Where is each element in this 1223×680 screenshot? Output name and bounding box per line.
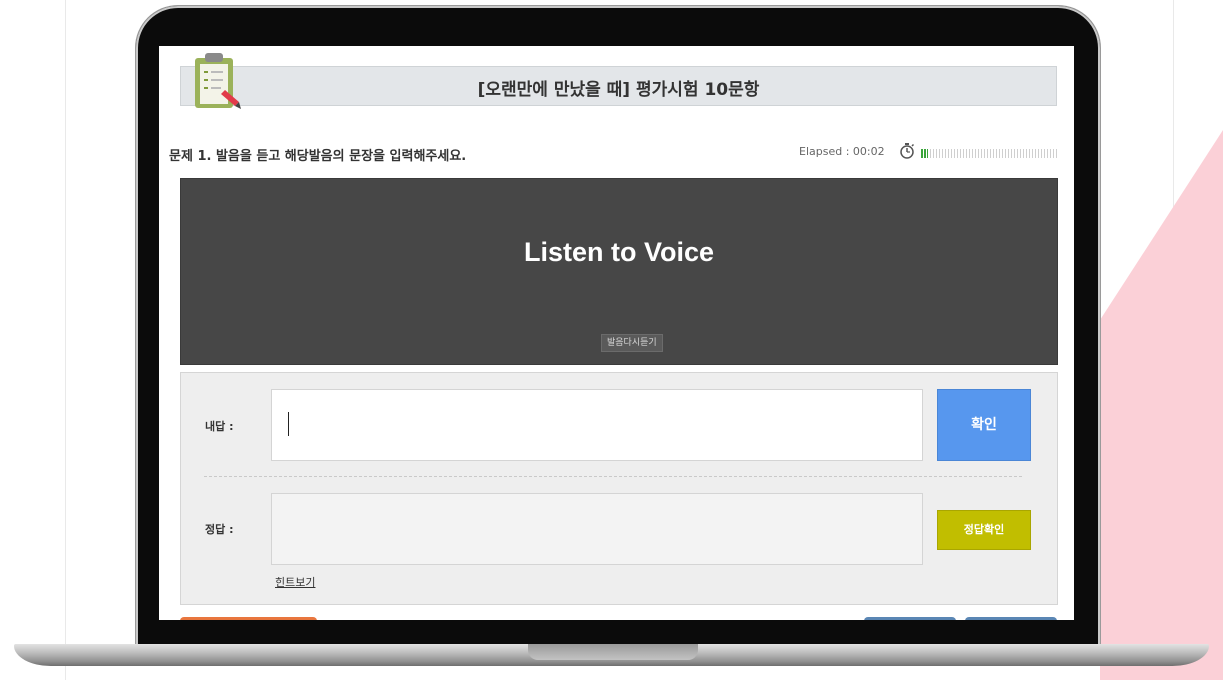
answer-input[interactable] bbox=[271, 389, 923, 461]
divider bbox=[204, 476, 1022, 477]
next-button-edge[interactable] bbox=[965, 617, 1057, 620]
time-progress-bar bbox=[921, 149, 1057, 158]
quiz-title: [오랜만에 만났을 때] 평가시험 10문항 bbox=[477, 80, 760, 100]
elapsed-time: Elapsed : 00:02 bbox=[799, 145, 885, 158]
laptop-notch bbox=[528, 644, 698, 660]
quiz-title-bar: [오랜만에 만났을 때] 평가시험 10문항 bbox=[180, 66, 1057, 106]
your-answer-label: 내답 : bbox=[205, 420, 234, 433]
text-caret bbox=[288, 412, 289, 436]
background-line bbox=[65, 0, 66, 680]
correct-answer-label: 정답 : bbox=[205, 523, 234, 536]
confirm-button[interactable]: 확인 bbox=[937, 389, 1031, 461]
prev-button-edge[interactable] bbox=[180, 617, 317, 620]
quiz-screen: [오랜만에 만났을 때] 평가시험 10문항 문제 1. 발음을 듣고 해당발음… bbox=[159, 46, 1074, 620]
hint-link[interactable]: 힌트보기 bbox=[275, 574, 315, 590]
time-progress-fill bbox=[921, 149, 928, 158]
voice-player: Listen to Voice 발음다시듣기 bbox=[180, 178, 1058, 365]
answer-panel: 내답 : 확인 정답 : 정답확인 힌트보기 bbox=[180, 372, 1058, 605]
clipboard-pencil-icon bbox=[195, 53, 241, 109]
player-title: Listen to Voice bbox=[523, 237, 715, 267]
check-answer-button[interactable]: 정답확인 bbox=[937, 510, 1031, 550]
question-text: 문제 1. 발음을 듣고 해당발음의 문장을 입력해주세요. bbox=[169, 149, 467, 164]
replay-audio-button[interactable]: 발음다시듣기 bbox=[601, 334, 663, 352]
background-line bbox=[1173, 0, 1174, 680]
correct-answer-box bbox=[271, 493, 923, 565]
nav-button-edge[interactable] bbox=[864, 617, 956, 620]
stopwatch-icon bbox=[900, 143, 915, 159]
